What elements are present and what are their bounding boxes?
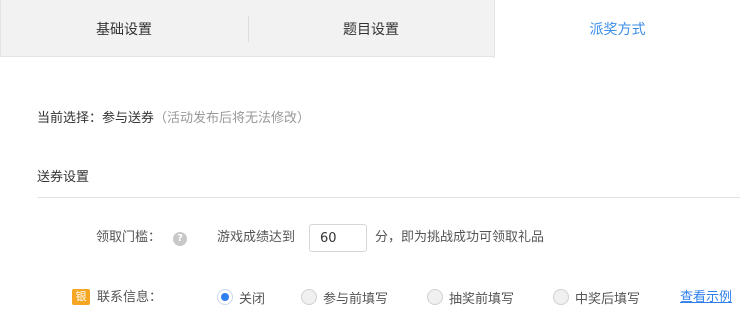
threshold-post-text: 分，即为挑战成功可领取礼品: [375, 230, 545, 245]
tab-question-settings[interactable]: 题目设置: [249, 0, 493, 57]
radio-option-before-participation[interactable]: 参与前填写: [301, 287, 388, 307]
view-example-link[interactable]: 查看示例: [680, 288, 732, 308]
radio-label: 抽奖前填写: [449, 291, 515, 307]
radio-option-off[interactable]: 关闭: [217, 287, 265, 307]
radio-button[interactable]: [301, 289, 317, 305]
current-selection: 当前选择： 参与送券 （活动发布后将无法修改）: [37, 105, 310, 127]
tab-bar: 基础设置 题目设置 派奖方式: [0, 0, 740, 58]
section-divider: [37, 197, 740, 198]
radio-option-before-draw[interactable]: 抽奖前填写: [427, 287, 514, 307]
current-selection-note: （活动发布后将无法修改）: [154, 110, 311, 126]
silver-member-badge-icon: 银: [72, 289, 90, 305]
radio-label: 参与前填写: [323, 291, 389, 307]
radio-label: 中奖后填写: [575, 291, 641, 307]
tab-basic-settings[interactable]: 基础设置: [0, 0, 248, 57]
radio-button-checked[interactable]: [217, 289, 233, 305]
radio-label: 关闭: [239, 291, 266, 307]
current-selection-label: 当前选择：: [37, 110, 103, 126]
section-title: 送券设置: [37, 170, 90, 185]
threshold-pre-text: 游戏成绩达到: [217, 230, 296, 245]
question-circle-icon[interactable]: ?: [173, 232, 187, 246]
radio-button[interactable]: [427, 289, 443, 305]
tab-prize-method[interactable]: 派奖方式: [494, 0, 740, 58]
contact-info-label: 联系信息：: [97, 290, 163, 305]
radio-option-after-winning[interactable]: 中奖后填写: [553, 287, 640, 307]
score-threshold-input[interactable]: [309, 224, 367, 252]
radio-button[interactable]: [553, 289, 569, 305]
current-selection-value: 参与送券: [102, 110, 155, 126]
threshold-label: 领取门槛：: [96, 230, 162, 245]
